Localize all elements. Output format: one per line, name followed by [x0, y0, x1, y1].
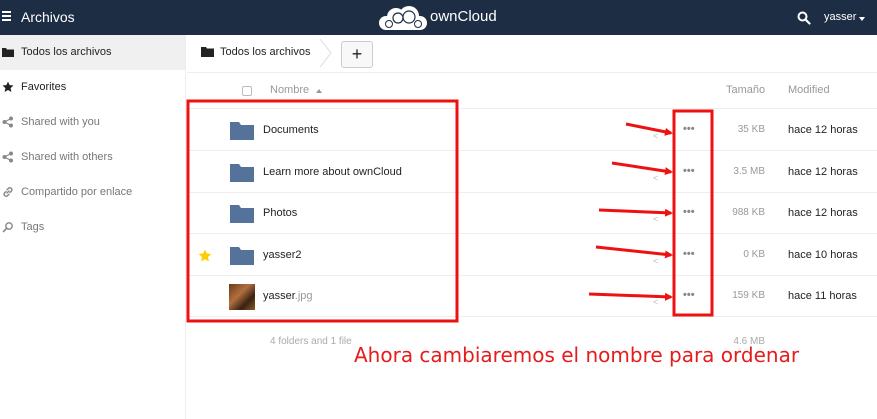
sidebar-item-shared-with-others[interactable]: Shared with others — [0, 140, 185, 175]
share-icon[interactable]: < — [653, 173, 658, 183]
share-icon[interactable]: < — [653, 297, 658, 307]
file-summary: 4 folders and 1 file — [270, 336, 352, 347]
app-title[interactable]: Archivos — [21, 9, 75, 25]
sidebar-item-label: Compartido por enlace — [21, 186, 133, 198]
sort-asc-icon — [316, 89, 322, 93]
image-thumbnail — [229, 284, 255, 310]
share-icon — [2, 116, 13, 128]
annotation-text: Ahora cambiaremos el nombre para ordenar — [354, 343, 800, 367]
file-size: 3.5 MB — [733, 166, 765, 177]
breadcrumb-separator — [319, 39, 332, 67]
sidebar-item-all-files[interactable]: Todos los archivos — [0, 35, 185, 70]
more-actions-button[interactable]: ••• — [683, 165, 695, 177]
folder-icon — [230, 164, 254, 182]
search-icon[interactable] — [797, 11, 811, 25]
file-modified: hace 10 horas — [788, 249, 858, 261]
sidebar: Todos los archivos Favorites Shared with… — [0, 35, 186, 419]
folder-icon — [2, 48, 14, 57]
file-size: 35 KB — [737, 124, 765, 135]
star-icon — [2, 81, 14, 92]
file-size: 159 KB — [732, 290, 765, 301]
file-size: 988 KB — [732, 207, 765, 218]
breadcrumb-item[interactable]: Todos los archivos — [220, 46, 311, 58]
sidebar-item-label: Tags — [21, 221, 45, 233]
owncloud-logo-icon — [379, 6, 427, 30]
table-row[interactable]: Photos < ••• 988 KB hace 12 horas — [187, 193, 877, 234]
file-name[interactable]: yasser2 — [263, 249, 302, 261]
file-modified: hace 12 horas — [788, 166, 858, 178]
file-modified: hace 12 horas — [788, 124, 858, 136]
share-icon[interactable]: < — [653, 214, 658, 224]
breadcrumb: Todos los archivos + — [187, 35, 877, 73]
table-row[interactable]: Learn more about ownCloud < ••• 3.5 MB h… — [187, 152, 877, 193]
file-name[interactable]: Photos — [263, 207, 297, 219]
tag-icon — [2, 222, 13, 233]
menu-icon[interactable] — [2, 11, 11, 23]
logo-text: ownCloud — [430, 8, 497, 25]
folder-icon — [230, 247, 254, 265]
column-header-name[interactable]: Nombre — [270, 84, 309, 96]
sidebar-item-label: Todos los archivos — [21, 46, 112, 58]
file-name[interactable]: Documents — [263, 124, 319, 136]
sidebar-item-label: Shared with others — [21, 151, 113, 163]
file-name[interactable]: Learn more about ownCloud — [263, 166, 402, 178]
link-icon — [3, 187, 13, 197]
more-actions-button[interactable]: ••• — [683, 123, 695, 135]
file-name[interactable]: yasser.jpg — [263, 290, 313, 302]
share-icon[interactable]: < — [653, 256, 658, 266]
new-button[interactable]: + — [341, 41, 373, 68]
table-row[interactable]: Documents < ••• 35 KB hace 12 horas — [187, 110, 877, 151]
column-header-size[interactable]: Tamaño — [726, 84, 765, 96]
sidebar-item-label: Shared with you — [21, 116, 100, 128]
file-size: 0 KB — [743, 249, 765, 260]
sidebar-item-favorites[interactable]: Favorites — [0, 70, 185, 105]
more-actions-button[interactable]: ••• — [683, 248, 695, 260]
favorite-star-icon[interactable] — [198, 249, 212, 262]
select-all-checkbox[interactable] — [242, 86, 252, 96]
more-actions-button[interactable]: ••• — [683, 206, 695, 218]
sidebar-item-tags[interactable]: Tags — [0, 210, 185, 245]
user-menu-button[interactable]: yasser — [824, 11, 856, 23]
chevron-down-icon[interactable] — [859, 17, 865, 21]
sidebar-item-shared-with-you[interactable]: Shared with you — [0, 105, 185, 140]
folder-icon — [230, 205, 254, 223]
folder-icon[interactable] — [201, 47, 214, 57]
top-bar: Archivos ownCloud yasser — [0, 0, 877, 35]
share-icon — [2, 151, 13, 163]
table-row[interactable]: yasser2 < ••• 0 KB hace 10 horas — [187, 235, 877, 276]
file-modified: hace 12 horas — [788, 207, 858, 219]
more-actions-button[interactable]: ••• — [683, 289, 695, 301]
file-list-header: Nombre Tamaño Modified — [187, 73, 877, 109]
sidebar-item-shared-by-link[interactable]: Compartido por enlace — [0, 175, 185, 210]
sidebar-item-label: Favorites — [21, 81, 67, 93]
table-row[interactable]: yasser.jpg < ••• 159 KB hace 11 horas — [187, 276, 877, 317]
share-icon[interactable]: < — [653, 131, 658, 141]
file-modified: hace 11 horas — [788, 290, 857, 302]
folder-icon — [230, 122, 254, 140]
column-header-modified[interactable]: Modified — [788, 84, 830, 96]
